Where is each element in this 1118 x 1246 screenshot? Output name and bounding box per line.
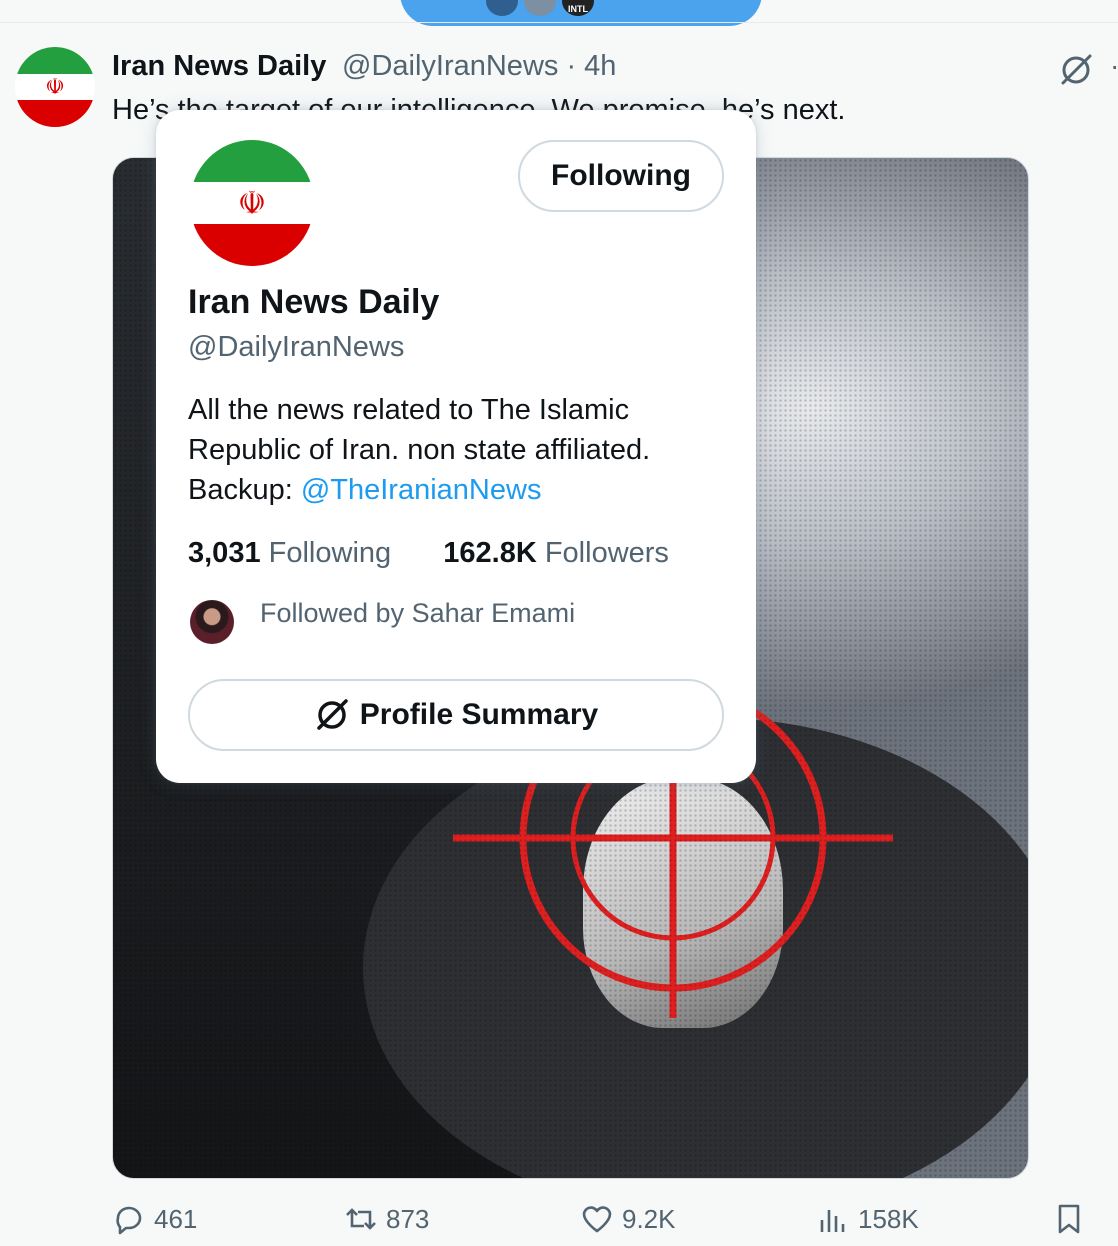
profile-summary-button[interactable]: Profile Summary xyxy=(188,679,724,751)
following-stat[interactable]: 3,031 Following xyxy=(188,537,391,569)
author-avatar[interactable]: ☫ xyxy=(15,47,95,127)
profile-hover-card: ☫ Following Iran News Daily @DailyIranNe… xyxy=(156,110,756,783)
profile-summary-label: Profile Summary xyxy=(359,698,599,731)
heart-icon xyxy=(582,1206,612,1233)
bookmark-icon xyxy=(1058,1204,1080,1234)
views-icon xyxy=(820,1210,845,1232)
image-face xyxy=(583,778,783,1028)
followed-by-avatar[interactable] xyxy=(190,600,234,644)
tweet-actions: 461 873 9.2K 158K xyxy=(0,1202,1118,1246)
bio-backup-label: Backup: xyxy=(188,474,301,506)
author-handle-time[interactable]: @DailyIranNews · 4h xyxy=(342,50,616,83)
bio-line: All the news related to The Islamic xyxy=(188,394,630,426)
followers-stat[interactable]: 162.8K Followers xyxy=(443,537,669,569)
repost-button[interactable]: 873 xyxy=(344,1202,429,1236)
bookmark-button[interactable] xyxy=(1052,1202,1086,1236)
iran-flag-icon: ☫ xyxy=(15,47,95,127)
hover-card-bio: All the news related to The Islamic Repu… xyxy=(188,390,728,510)
iran-flag-icon: ☫ xyxy=(190,140,314,266)
bio-backup-line: Backup: @TheIranianNews xyxy=(188,470,728,510)
grok-icon xyxy=(317,699,348,730)
bio-backup-link[interactable]: @TheIranianNews xyxy=(301,474,542,506)
reply-count: 461 xyxy=(154,1203,198,1234)
grok-icon[interactable] xyxy=(1058,52,1094,88)
author-name[interactable]: Iran News Daily xyxy=(112,50,326,83)
author-handle[interactable]: @DailyIranNews xyxy=(342,50,558,82)
more-options-icon[interactable]: · xyxy=(1110,50,1118,82)
repost-icon xyxy=(346,1208,376,1230)
image-figure xyxy=(363,718,1028,1178)
views-count: 158K xyxy=(858,1203,919,1234)
tweet-time[interactable]: · 4h xyxy=(566,50,616,82)
hover-card-avatar[interactable]: ☫ xyxy=(190,140,314,266)
followed-by-text[interactable]: Followed by Sahar Emami xyxy=(260,598,575,629)
repost-count: 873 xyxy=(386,1203,430,1234)
following-label: Following xyxy=(268,537,392,569)
hover-card-handle[interactable]: @DailyIranNews xyxy=(188,331,404,364)
following-button[interactable]: Following xyxy=(518,140,724,212)
hover-card-name[interactable]: Iran News Daily xyxy=(188,283,439,322)
divider xyxy=(0,22,1118,23)
followers-count: 162.8K xyxy=(443,537,537,569)
bio-line: Republic of Iran. non state affiliated. xyxy=(188,434,651,466)
views-button[interactable]: 158K xyxy=(816,1202,919,1236)
like-count: 9.2K xyxy=(622,1203,676,1234)
hover-card-stats: 3,031 Following 162.8K Followers xyxy=(188,537,669,570)
reply-button[interactable]: 461 xyxy=(112,1202,197,1236)
pill-avatar-badge: INTL xyxy=(568,4,588,14)
followers-label: Followers xyxy=(544,537,669,569)
like-button[interactable]: 9.2K xyxy=(580,1202,676,1236)
following-count: 3,031 xyxy=(188,537,261,569)
reply-icon xyxy=(116,1206,142,1235)
